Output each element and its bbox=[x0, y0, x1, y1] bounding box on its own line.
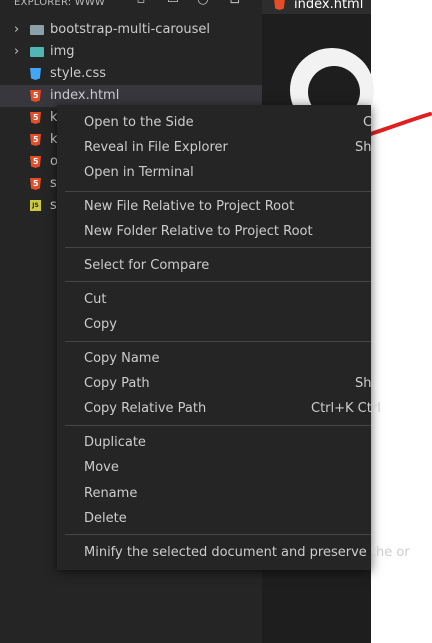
menu-item-label: Rename bbox=[84, 486, 138, 501]
menu-item-label: New File Relative to Project Root bbox=[84, 199, 295, 214]
menu-item-label: Select for Compare bbox=[84, 258, 210, 273]
menu-item-copy-relative-path[interactable]: Copy Relative Path Ctrl+K Ctrl bbox=[57, 396, 381, 421]
tab-label: index.html bbox=[294, 0, 364, 12]
menu-separator bbox=[65, 191, 371, 192]
menu-separator bbox=[65, 281, 371, 282]
menu-item-cut[interactable]: Cut bbox=[57, 287, 371, 312]
menu-item-copy-path[interactable]: Copy Path Shi bbox=[57, 371, 375, 396]
menu-item-label: Open to the Side bbox=[84, 115, 194, 130]
menu-item-label: Open in Terminal bbox=[84, 165, 194, 180]
menu-item-new-file-relative[interactable]: New File Relative to Project Root bbox=[57, 194, 371, 219]
menu-separator bbox=[65, 341, 371, 342]
tree-item-style-css[interactable]: style.css bbox=[0, 63, 262, 85]
folder-icon bbox=[30, 24, 44, 36]
tree-item-label: style.css bbox=[50, 66, 106, 81]
explorer-header: EXPLORER: WWW ▫ ▭ ○ ⊟ bbox=[0, 0, 262, 14]
menu-item-minify[interactable]: Minify the selected document and preserv… bbox=[57, 540, 410, 565]
new-folder-icon[interactable]: ▭ bbox=[166, 0, 180, 8]
menu-item-reveal-in-file-explorer[interactable]: Reveal in File Explorer Shi bbox=[57, 135, 375, 160]
menu-item-new-folder-relative[interactable]: New Folder Relative to Project Root bbox=[57, 219, 371, 244]
css-file-icon bbox=[30, 68, 42, 80]
menu-item-open-to-the-side[interactable]: Open to the Side C bbox=[57, 110, 373, 135]
tree-item-img[interactable]: › img bbox=[0, 41, 262, 63]
menu-separator bbox=[65, 425, 371, 426]
menu-item-label: Minify the selected document and preserv… bbox=[84, 545, 410, 560]
menu-item-rename[interactable]: Rename bbox=[57, 481, 371, 506]
menu-item-copy[interactable]: Copy bbox=[57, 312, 371, 337]
menu-item-label: Delete bbox=[84, 511, 127, 526]
html-file-icon bbox=[30, 178, 42, 190]
menu-item-shortcut: Ctrl+K Ctrl bbox=[311, 401, 381, 416]
menu-item-label: Copy Relative Path bbox=[84, 401, 207, 416]
menu-separator bbox=[65, 534, 371, 535]
tree-item-label: img bbox=[50, 44, 75, 59]
chevron-right-icon[interactable]: › bbox=[14, 19, 24, 41]
menu-item-label: Duplicate bbox=[84, 435, 146, 450]
context-menu: Open to the Side C Reveal in File Explor… bbox=[57, 105, 410, 570]
new-file-icon[interactable]: ▫ bbox=[134, 0, 148, 8]
js-file-icon: JS bbox=[30, 200, 42, 212]
collapse-all-icon[interactable]: ⊟ bbox=[228, 0, 242, 8]
image-folder-icon bbox=[30, 46, 44, 58]
tree-item-label: bootstrap-multi-carousel bbox=[50, 22, 211, 37]
html-file-icon bbox=[274, 0, 285, 10]
menu-item-select-for-compare[interactable]: Select for Compare bbox=[57, 253, 371, 278]
menu-item-shortcut: Shi bbox=[355, 140, 376, 155]
tree-item-index-html[interactable]: index.html bbox=[0, 85, 262, 107]
html-file-icon bbox=[30, 156, 42, 168]
menu-item-label: Cut bbox=[84, 292, 107, 307]
html-file-icon bbox=[30, 134, 42, 146]
menu-item-open-in-terminal[interactable]: Open in Terminal bbox=[57, 160, 371, 185]
tree-item-bootstrap-multi-carousel[interactable]: › bootstrap-multi-carousel bbox=[0, 19, 262, 41]
menu-item-move[interactable]: Move bbox=[57, 455, 371, 480]
menu-item-delete[interactable]: Delete bbox=[57, 506, 371, 531]
menu-separator bbox=[65, 247, 371, 248]
tree-item-label: index.html bbox=[50, 88, 120, 103]
menu-item-copy-name[interactable]: Copy Name bbox=[57, 346, 371, 371]
menu-item-duplicate[interactable]: Duplicate bbox=[57, 430, 371, 455]
menu-item-label: Copy Name bbox=[84, 351, 160, 366]
menu-item-label: Move bbox=[84, 460, 119, 475]
tab-index-html[interactable]: index.html bbox=[262, 0, 371, 14]
menu-item-shortcut: Shi bbox=[355, 376, 376, 391]
menu-item-shortcut: C bbox=[363, 115, 373, 130]
menu-item-label: Copy bbox=[84, 317, 117, 332]
html-file-icon bbox=[30, 112, 42, 124]
html-file-icon bbox=[30, 90, 42, 102]
chevron-right-icon[interactable]: › bbox=[14, 41, 24, 63]
menu-item-label: Copy Path bbox=[84, 376, 150, 391]
menu-item-label: Reveal in File Explorer bbox=[84, 140, 228, 155]
explorer-title: EXPLORER: WWW bbox=[14, 0, 106, 8]
refresh-icon[interactable]: ○ bbox=[196, 0, 210, 8]
menu-item-label: New Folder Relative to Project Root bbox=[84, 224, 313, 239]
